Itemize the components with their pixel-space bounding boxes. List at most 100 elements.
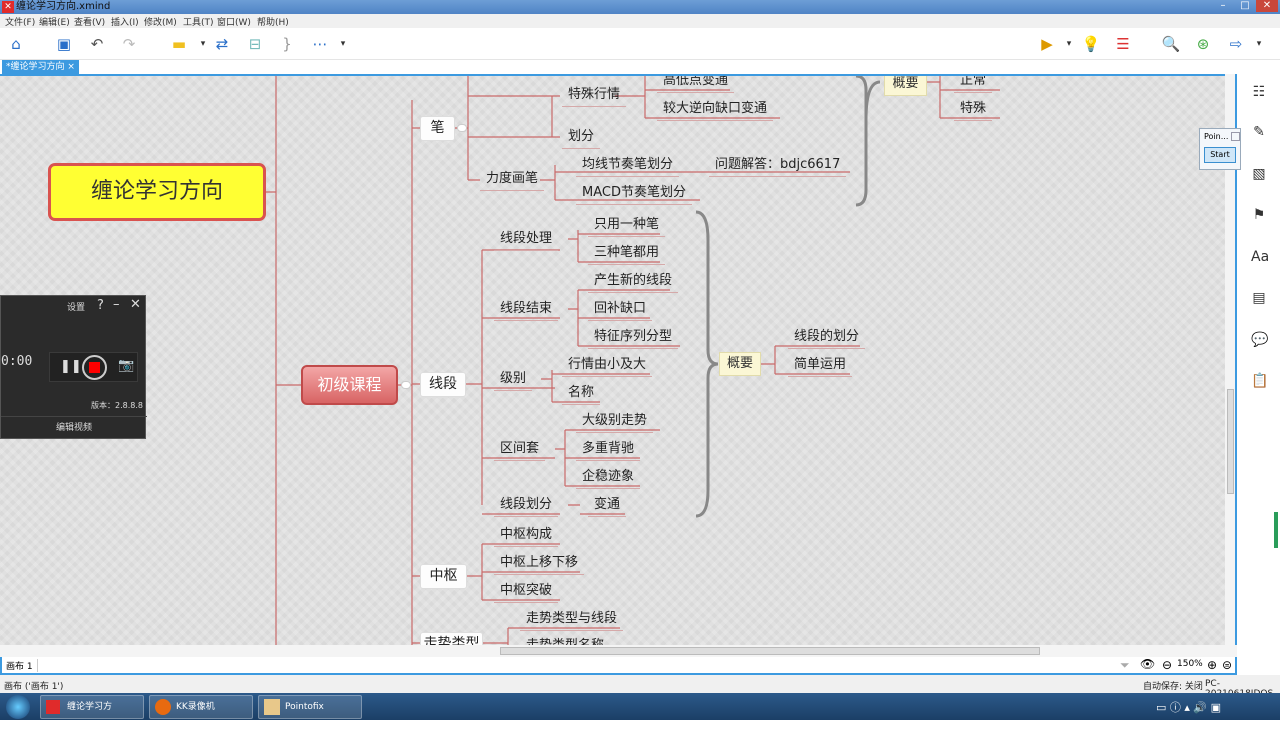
topic[interactable]: 回补缺口 [588,300,653,321]
task-icon[interactable]: 📋 [1251,373,1268,389]
topic[interactable]: 线段结束 [494,300,559,321]
gantt-icon[interactable]: ☰ [1112,34,1134,54]
save-icon[interactable]: ▣ [53,34,75,54]
redo-icon[interactable]: ↷ [118,34,140,54]
topic[interactable]: 只用一种笔 [588,216,666,237]
close-icon[interactable]: ✕ [130,297,141,312]
topic[interactable]: 名称 [562,384,601,405]
export-icon[interactable]: ⇨ [1225,34,1247,54]
filter-icon[interactable]: ⏷ [1120,658,1130,673]
boundary-icon[interactable]: ⊟ [244,34,266,54]
topic[interactable]: 中枢构成 [494,526,559,547]
outline-icon[interactable]: ☷ [1251,84,1267,100]
marker-flag-icon[interactable]: ⚑ [1251,207,1267,223]
topic[interactable]: 较大逆向缺口变通 [657,100,774,121]
more-icon[interactable]: ⋯ [309,34,331,54]
topic[interactable]: 高低点变通 [657,76,735,93]
edit-video-button[interactable]: 编辑视频 [1,416,147,439]
menu-file[interactable]: 文件(F) [5,15,35,28]
minimize-icon[interactable]: – [113,297,120,312]
topic[interactable]: MACD节奏笔划分 [576,184,692,205]
topic[interactable]: 均线节奏笔划分 [576,156,680,177]
pointofix-close-icon[interactable] [1231,132,1240,141]
help-button[interactable]: ? [97,298,104,313]
camera-icon[interactable]: 📷 [118,358,134,373]
menu-insert[interactable]: 插入(I) [111,15,139,28]
topic[interactable]: 区间套 [494,440,546,461]
topic[interactable]: 走势类型名称 [520,637,610,645]
menu-window[interactable]: 窗口(W) [217,15,251,28]
sheet-tab[interactable]: 画布 1 [6,659,38,672]
menu-view[interactable]: 查看(V) [74,15,105,28]
topic-icon[interactable]: ▬ [168,34,190,54]
taskbar-item-xmind[interactable]: 缠论学习方向.xmi... [40,695,144,734]
topic-zhongshu[interactable]: 中枢 [420,564,467,589]
topic-bi[interactable]: 笔 [420,116,455,141]
comment-icon[interactable]: 💬 [1251,332,1268,348]
topic[interactable]: 级别 [494,370,533,391]
fit-icon[interactable]: ⊜ [1222,658,1232,672]
scroll-thumb[interactable] [500,647,1040,655]
topic[interactable]: 线段的划分 [788,328,866,349]
topic[interactable]: 三种笔都用 [588,244,666,265]
format-brush-icon[interactable]: ✎ [1251,124,1267,140]
relationship-icon[interactable]: ⇄ [211,34,233,54]
main-topic[interactable]: 初级课程 [301,365,398,405]
scroll-thumb[interactable] [1227,389,1234,494]
topic[interactable]: 问题解答：bdjc6617 [709,156,847,177]
summary-topic[interactable]: 概要 [719,352,761,376]
topic-xianduan[interactable]: 线段 [420,372,466,397]
topic[interactable]: 中枢突破 [494,582,559,603]
lightbulb-icon[interactable]: 💡 [1080,34,1102,54]
presentation-icon[interactable]: ▶ [1036,34,1058,54]
tab-document[interactable]: *缠论学习方向 × [2,60,79,74]
topic[interactable]: 线段处理 [494,230,559,251]
topic[interactable]: 中枢上移下移 [494,554,585,575]
topic[interactable]: 正常 [954,76,993,93]
dropdown-icon[interactable]: ▾ [1248,34,1270,54]
topic[interactable]: 大级别走势 [576,412,654,433]
summary-topic[interactable]: 概要 [884,76,927,96]
topic[interactable]: 行情由小及大 [562,356,653,377]
root-topic[interactable]: 缠论学习方向 [48,163,266,221]
font-icon[interactable]: Aa [1251,249,1269,265]
home-icon[interactable]: ⌂ [5,34,27,54]
share-icon[interactable]: ⊛ [1192,34,1214,54]
menu-modify[interactable]: 修改(M) [144,15,177,28]
topic[interactable]: 产生新的线段 [588,272,679,293]
collapse-toggle[interactable] [457,124,467,132]
dropdown-icon[interactable]: ▾ [1058,34,1080,54]
topic[interactable]: 力度画笔 [480,170,545,191]
topic[interactable]: 走势类型与线段 [520,610,624,631]
topic[interactable]: 特殊行情 [562,86,627,107]
mindmap-canvas[interactable]: 缠论学习方向 初级课程 笔 特殊行情 高低点变通 较大逆向缺口变通 划分 力度画… [0,74,1225,645]
menu-help[interactable]: 帮助(H) [257,15,289,28]
topic[interactable]: 划分 [562,128,601,149]
pause-icon[interactable]: ❚❚ [60,359,82,374]
topic-zoushi[interactable]: 走势类型 [420,632,483,645]
topic[interactable]: 特殊 [954,100,993,121]
topic[interactable]: 多重背驰 [576,440,641,461]
maximize-button[interactable]: □ [1234,0,1256,12]
dropdown-icon[interactable]: ▾ [332,34,354,54]
topic[interactable]: 特征序列分型 [588,328,679,349]
topic[interactable]: 变通 [588,496,627,517]
eye-icon[interactable]: 👁 [1140,657,1155,671]
tab-close-icon[interactable]: × [67,62,75,72]
topic[interactable]: 企稳迹象 [576,468,641,489]
taskbar-item-kk-recorder[interactable]: KK录像机 00:00:22 [149,695,253,734]
zoom-out-icon[interactable]: ⊖ [1162,658,1172,672]
summary-icon[interactable]: } [276,34,298,54]
notes-icon[interactable]: ▤ [1251,290,1267,306]
menu-tools[interactable]: 工具(T) [183,15,214,28]
start-button[interactable]: Start [1204,147,1236,163]
close-button[interactable]: ✕ [1256,0,1278,12]
system-tray-icons[interactable]: ▭ ⓘ ▴ 🔊 ▣ [1156,699,1221,715]
search-icon[interactable]: 🔍 [1160,34,1182,54]
horizontal-scrollbar[interactable] [0,645,1237,657]
start-menu-icon[interactable] [6,695,30,719]
menu-edit[interactable]: 编辑(E) [39,15,70,28]
undo-icon[interactable]: ↶ [86,34,108,54]
minimize-button[interactable]: – [1212,0,1234,12]
topic[interactable]: 线段划分 [494,496,559,517]
